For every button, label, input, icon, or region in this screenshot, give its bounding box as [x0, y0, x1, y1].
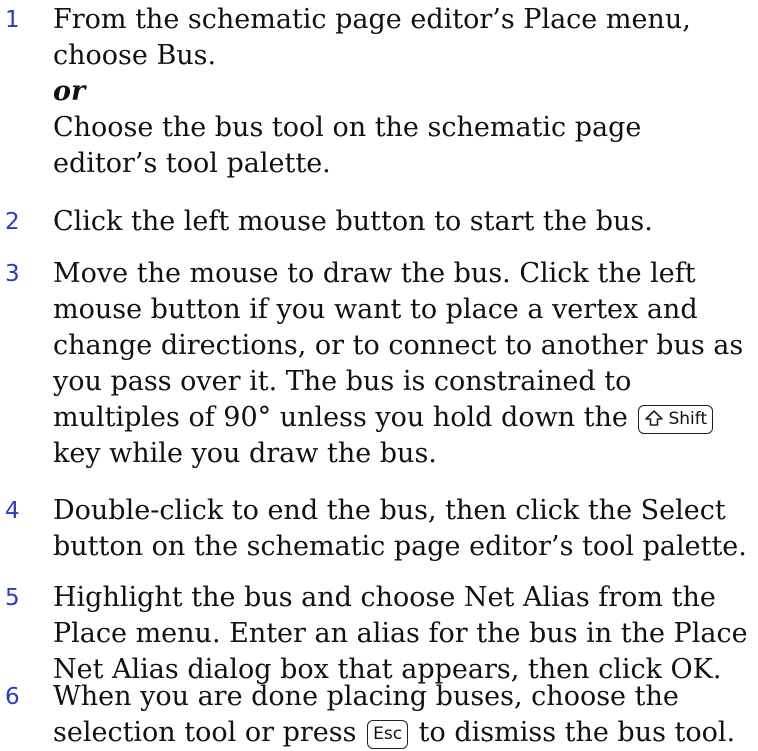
- step-number: 6: [5, 684, 20, 710]
- step-body: Highlight the bus and choose Net Alias f…: [53, 580, 750, 688]
- step-body: When you are done placing buses, choose …: [53, 679, 750, 751]
- shift-key-label: Shift: [668, 409, 708, 429]
- step-number: 4: [5, 498, 20, 524]
- step-text-after: to dismiss the bus tool.: [418, 717, 736, 748]
- esc-key: Esc: [367, 720, 409, 749]
- step-body: From the schematic page editor’s Place m…: [53, 2, 750, 182]
- step-number: 3: [5, 261, 20, 287]
- step-text-alt: Choose the bus tool on the schematic pag…: [53, 112, 642, 179]
- shift-arrow-icon: [645, 410, 664, 426]
- step-text: Double-click to end the bus, then click …: [53, 495, 747, 562]
- step-text: Click the left mouse button to start the…: [53, 206, 653, 237]
- shift-key: Shift: [638, 405, 714, 434]
- step-number: 5: [5, 585, 20, 611]
- step-body: Click the left mouse button to start the…: [53, 204, 750, 240]
- step-text-after: key while you draw the bus.: [53, 438, 437, 469]
- or-label: or: [53, 76, 86, 107]
- step-body: Move the mouse to draw the bus. Click th…: [53, 256, 750, 472]
- step-text: Highlight the bus and choose Net Alias f…: [53, 582, 748, 685]
- step-number: 2: [5, 209, 20, 235]
- step-text: From the schematic page editor’s Place m…: [53, 4, 691, 71]
- step-body: Double-click to end the bus, then click …: [53, 493, 750, 565]
- step-number: 1: [5, 7, 20, 33]
